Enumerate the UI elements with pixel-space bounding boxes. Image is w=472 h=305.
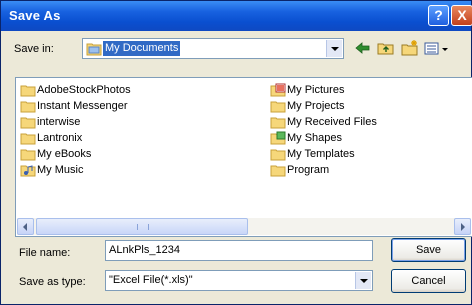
list-item-label: My Pictures (287, 84, 345, 96)
scrollbar-thumb[interactable] (36, 218, 248, 235)
save-as-type-label: Save as type: (19, 276, 86, 288)
back-icon[interactable] (352, 38, 374, 58)
shapes-folder-icon (270, 131, 286, 145)
list-item-label: My Shapes (287, 132, 343, 144)
music-folder-icon (20, 163, 36, 177)
folder-icon (270, 115, 286, 129)
file-list[interactable]: AdobeStockPhotos Instant Messenger interwi… (15, 77, 472, 237)
grip-icon (137, 224, 149, 230)
list-item-label: Lantronix (37, 132, 83, 144)
folder-icon (270, 99, 286, 113)
scroll-right-button[interactable] (454, 218, 471, 235)
folder-icon (20, 99, 36, 113)
list-item-label: Program (287, 164, 330, 176)
folder-icon (20, 115, 36, 129)
list-item-label: interwise (37, 116, 81, 128)
save-in-value: My Documents (103, 41, 181, 56)
folder-icon (20, 147, 36, 161)
file-name-input[interactable]: ALnkPls_1234 (105, 240, 373, 261)
list-item-label: My Received Files (287, 116, 377, 128)
folder-icon (270, 147, 286, 161)
save-as-type-arrow-icon[interactable] (355, 272, 371, 289)
list-item-label: My eBooks (37, 148, 92, 160)
save-button[interactable]: Save (391, 238, 466, 262)
window-title: Save As (9, 8, 61, 23)
title-bar[interactable]: Save As ? X (1, 1, 472, 31)
file-name-label: File name: (19, 247, 71, 259)
documents-folder-icon (86, 41, 102, 59)
close-button[interactable]: X (451, 5, 472, 26)
list-item-label: My Projects (287, 100, 345, 112)
list-item-label: Instant Messenger (37, 100, 128, 112)
views-menu-icon[interactable] (422, 38, 450, 58)
list-item-label: My Music (37, 164, 84, 176)
cancel-button[interactable]: Cancel (391, 269, 466, 293)
list-item-label: AdobeStockPhotos (37, 84, 131, 96)
save-in-dropdown[interactable]: My Documents (82, 38, 344, 59)
save-as-dialog: Save As ? X Save in: My Documents AdobeS… (0, 0, 472, 305)
new-folder-icon[interactable] (399, 38, 421, 58)
folder-icon (270, 163, 286, 177)
save-as-type-dropdown[interactable]: "Excel File(*.xls)" (105, 270, 373, 291)
pictures-folder-icon (270, 83, 286, 97)
folder-icon (20, 131, 36, 145)
save-in-arrow-icon[interactable] (326, 40, 342, 57)
up-folder-icon[interactable] (375, 38, 397, 58)
help-button[interactable]: ? (428, 5, 449, 26)
scroll-left-button[interactable] (17, 218, 34, 235)
list-item-label: My Templates (287, 148, 355, 160)
folder-icon (20, 83, 36, 97)
horizontal-scrollbar[interactable] (17, 218, 471, 235)
save-as-type-value: "Excel File(*.xls)" (109, 274, 193, 286)
save-in-label: Save in: (14, 43, 54, 55)
